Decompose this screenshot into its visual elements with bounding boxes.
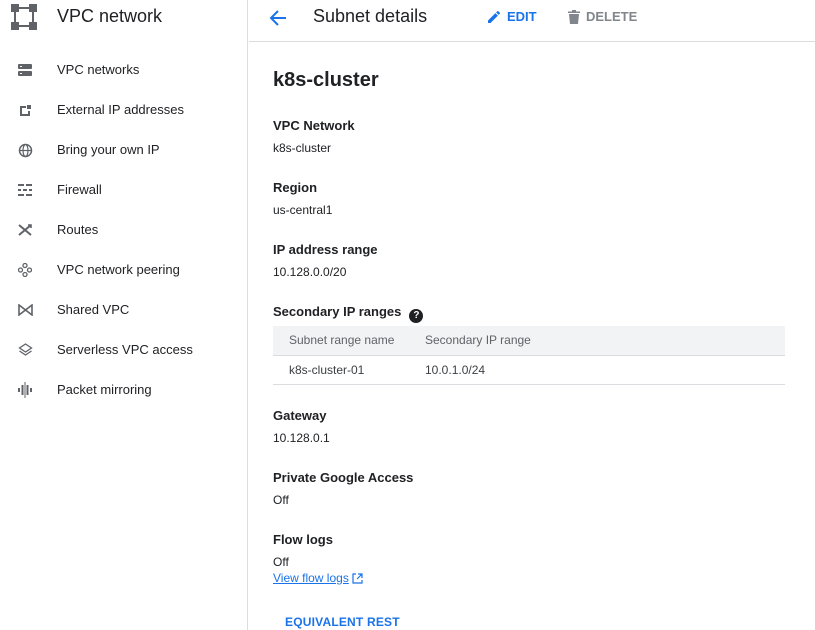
subnet-name: k8s-cluster [273,69,379,91]
delete-button[interactable]: DELETE [568,9,637,24]
sidebar-nav: VPC networks External IP addresses Bring… [0,50,247,410]
sidebar-item-label: VPC networks [57,62,140,77]
range-name-cell: k8s-cluster-01 [273,355,425,385]
sidebar-item-routes[interactable]: Routes [0,210,247,250]
vpc-network-value: k8s-cluster [273,141,332,155]
vpc-networks-icon [16,62,34,78]
flow-logs-label: Flow logs [273,532,333,547]
flow-logs-value: Off [273,555,289,569]
table-row: k8s-cluster-01 10.0.1.0/24 [273,355,785,385]
sidebar-item-label: External IP addresses [57,102,184,117]
pencil-icon [488,10,501,23]
firewall-icon [16,182,34,198]
secondary-ranges-heading: Secondary IP ranges? [273,304,424,323]
sidebar-item-label: VPC network peering [57,262,180,277]
serverless-icon [16,342,34,358]
sidebar-item-label: Serverless VPC access [57,342,193,357]
region-label: Region [273,180,318,195]
trash-icon [568,9,580,24]
sidebar-item-label: Firewall [57,182,102,197]
sidebar-item-serverless[interactable]: Serverless VPC access [0,330,247,370]
sidebar-header: VPC network [0,0,247,35]
ip-range-value: 10.128.0.0/20 [273,265,347,279]
page-header: Subnet details EDIT DELETE [249,0,815,42]
sidebar-item-vpc-networks[interactable]: VPC networks [0,50,247,90]
sidebar-item-external-ip[interactable]: External IP addresses [0,90,247,130]
ip-range-label: IP address range [273,242,378,257]
delete-label: DELETE [586,9,638,24]
peering-icon [16,262,34,278]
secondary-ranges-table: Subnet range name Secondary IP range k8s… [273,326,785,385]
equivalent-rest-button[interactable]: EQUIVALENT REST [285,615,400,629]
shared-vpc-icon [16,302,34,318]
help-icon[interactable]: ? [409,308,424,323]
packet-mirroring-icon [16,382,34,398]
sidebar-item-shared-vpc[interactable]: Shared VPC [0,290,247,330]
sidebar: VPC network VPC networks External IP add… [0,0,248,630]
sidebar-item-label: Bring your own IP [57,142,160,157]
view-flow-logs-label: View flow logs [273,571,349,585]
routes-icon [16,222,34,238]
external-link-icon [352,572,363,584]
sidebar-item-byoip[interactable]: Bring your own IP [0,130,247,170]
private-access-label: Private Google Access [273,470,414,485]
table-header-row: Subnet range name Secondary IP range [273,326,785,356]
sidebar-item-label: Routes [57,222,99,237]
product-title: VPC network [57,6,163,26]
edit-button[interactable]: EDIT [487,9,537,24]
sidebar-item-packet-mirroring[interactable]: Packet mirroring [0,370,247,410]
region-value: us-central1 [273,203,333,217]
gateway-label: Gateway [273,408,327,423]
vpc-network-label: VPC Network [273,118,355,133]
private-access-value: Off [273,493,289,507]
external-ip-icon [16,102,34,118]
sidebar-item-firewall[interactable]: Firewall [0,170,247,210]
view-flow-logs-link[interactable]: View flow logs [273,571,363,585]
column-header-range-name: Subnet range name [273,326,425,356]
sidebar-item-label: Shared VPC [57,302,130,317]
gateway-value: 10.128.0.1 [273,431,330,445]
sidebar-item-label: Packet mirroring [57,382,152,397]
edit-label: EDIT [507,9,537,24]
ip-range-cell: 10.0.1.0/24 [425,355,785,385]
secondary-ranges-label: Secondary IP ranges [273,304,402,319]
sidebar-item-peering[interactable]: VPC network peering [0,250,247,290]
column-header-ip-range: Secondary IP range [425,326,785,356]
vpc-network-logo-icon [11,4,37,30]
globe-icon [16,142,34,158]
page-title: Subnet details [313,6,428,26]
back-arrow-icon[interactable] [267,7,289,29]
